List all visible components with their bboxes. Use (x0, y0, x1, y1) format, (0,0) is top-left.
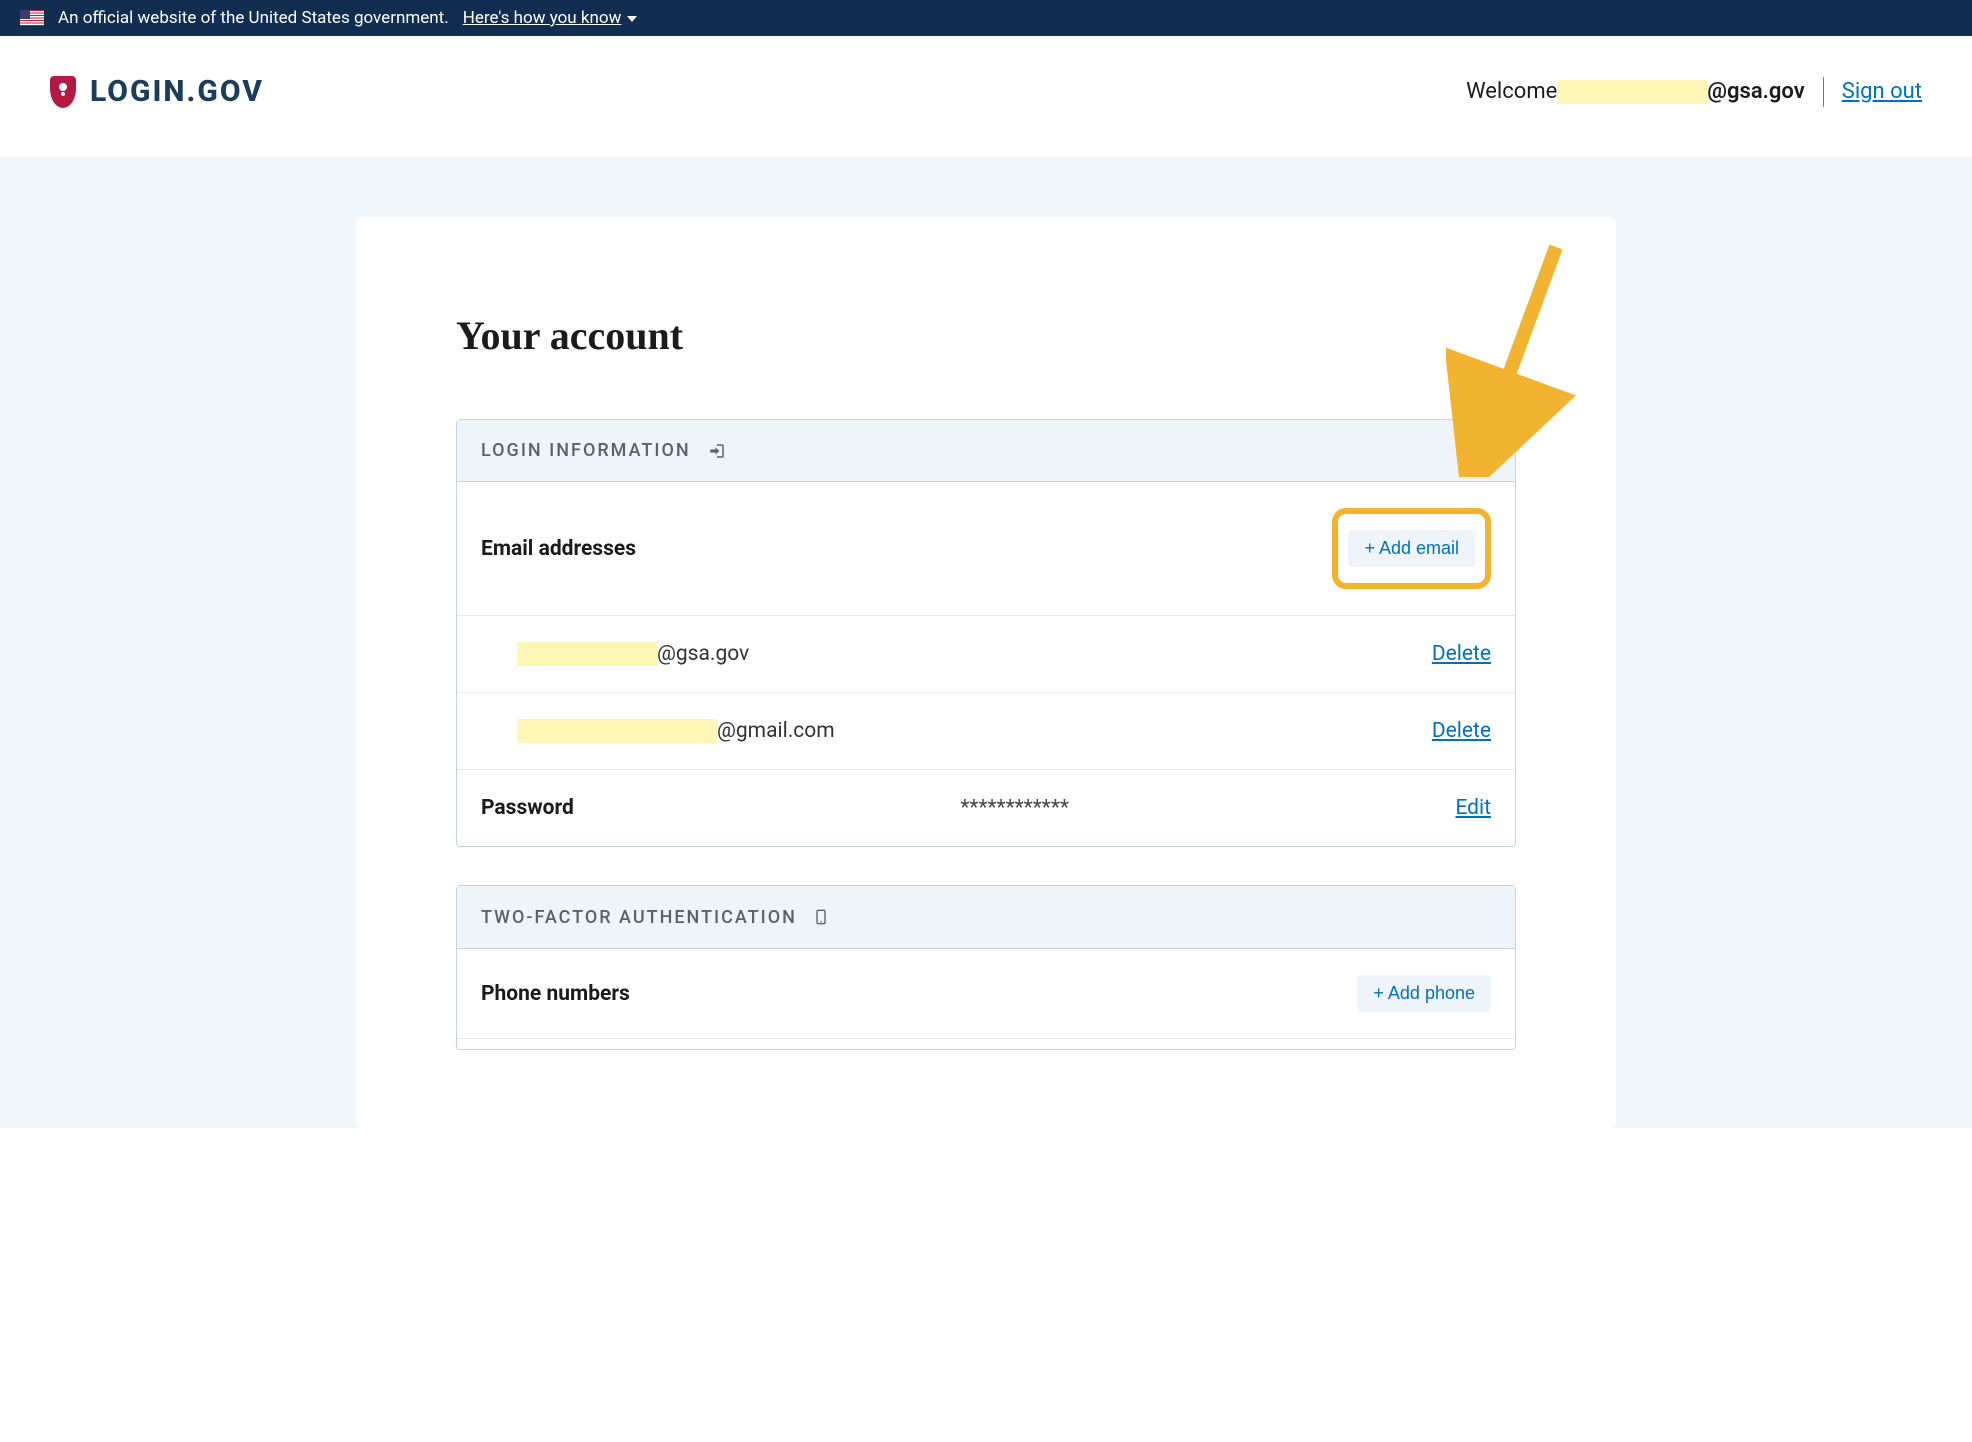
welcome-domain: @gsa.gov (1707, 79, 1804, 104)
sign-out-link[interactable]: Sign out (1842, 79, 1922, 104)
edit-password-link[interactable]: Edit (1455, 796, 1491, 820)
email-row: @gmail.com Delete (457, 693, 1515, 770)
how-you-know-label: Here's how you know (463, 8, 622, 28)
how-you-know-toggle[interactable]: Here's how you know (463, 8, 638, 28)
email-value: @gmail.com (481, 719, 835, 743)
email-domain: @gmail.com (717, 719, 835, 743)
phones-label: Phone numbers (481, 982, 630, 1006)
gov-banner-text: An official website of the United States… (58, 8, 449, 28)
account-card: Your account LOGIN INFORMATION Email add… (356, 217, 1616, 1128)
login-info-header: LOGIN INFORMATION (457, 420, 1515, 482)
shield-icon (50, 76, 76, 108)
page-title: Your account (456, 312, 1516, 359)
phone-row-placeholder (457, 1039, 1515, 1049)
tfa-heading: TWO-FACTOR AUTHENTICATION (481, 907, 797, 928)
login-info-heading: LOGIN INFORMATION (481, 440, 691, 461)
user-area: Welcome @gsa.gov Sign out (1466, 77, 1922, 107)
password-row: Password ************ Edit (457, 770, 1515, 846)
redacted-email-local (517, 642, 657, 666)
redacted-username (1557, 80, 1707, 104)
password-mask: ************ (574, 796, 1456, 820)
emails-label: Email addresses (481, 537, 636, 561)
redacted-email-local (517, 719, 717, 743)
password-label: Password (481, 796, 574, 820)
email-domain: @gsa.gov (657, 642, 749, 666)
phone-icon (813, 906, 829, 928)
email-row: @gsa.gov Delete (457, 616, 1515, 693)
delete-email-link[interactable]: Delete (1432, 642, 1491, 666)
logo-text: LOGIN.GOV (90, 74, 264, 109)
site-header: LOGIN.GOV Welcome @gsa.gov Sign out (0, 36, 1972, 157)
annotation-highlight: + Add email (1332, 508, 1491, 589)
chevron-down-icon (627, 16, 637, 22)
logo[interactable]: LOGIN.GOV (50, 74, 264, 109)
welcome-prefix: Welcome (1466, 79, 1557, 104)
email-value: @gsa.gov (481, 642, 749, 666)
page-body: Your account LOGIN INFORMATION Email add… (0, 157, 1972, 1128)
delete-email-link[interactable]: Delete (1432, 719, 1491, 743)
divider (1823, 77, 1824, 107)
gov-banner: An official website of the United States… (0, 0, 1972, 36)
login-info-panel: LOGIN INFORMATION Email addresses + Add … (456, 419, 1516, 847)
signin-icon (707, 442, 727, 460)
add-phone-button[interactable]: + Add phone (1357, 975, 1491, 1012)
add-email-button[interactable]: + Add email (1348, 530, 1475, 567)
tfa-panel: TWO-FACTOR AUTHENTICATION Phone numbers … (456, 885, 1516, 1050)
us-flag-icon (20, 10, 44, 26)
tfa-header: TWO-FACTOR AUTHENTICATION (457, 886, 1515, 949)
phones-header-row: Phone numbers + Add phone (457, 949, 1515, 1039)
emails-header-row: Email addresses + Add email (457, 482, 1515, 616)
